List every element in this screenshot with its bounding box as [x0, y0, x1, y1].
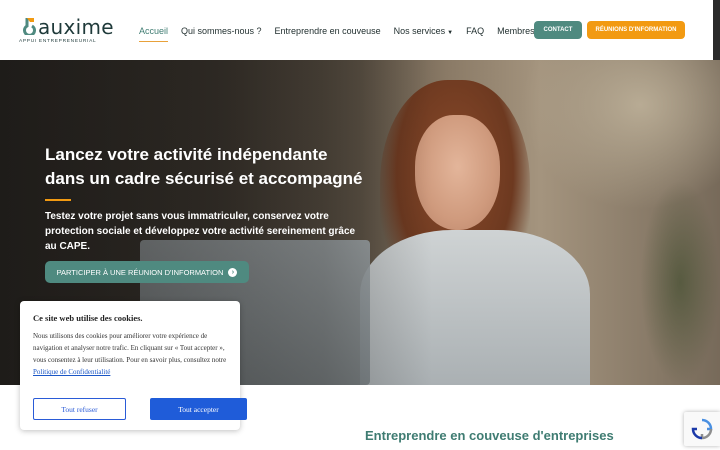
- chevron-down-icon: ▼: [447, 30, 454, 36]
- refuse-all-button[interactable]: Tout refuser: [33, 398, 126, 420]
- site-logo[interactable]: auxime APPUI ENTREPRENEURIAL: [18, 15, 118, 45]
- logo-mark-icon: [23, 18, 36, 35]
- nav-item-accueil[interactable]: Accueil: [139, 26, 169, 42]
- participer-reunion-button[interactable]: PARTICIPER À UNE RÉUNION D'INFORMATION ›: [45, 261, 249, 283]
- section-title: Entreprendre en couveuse d'entreprises: [365, 428, 614, 443]
- logo-wordmark: auxime: [38, 15, 114, 39]
- contact-button[interactable]: CONTACT: [534, 21, 582, 39]
- cookie-text: Nous utilisons des cookies pour améliore…: [33, 330, 229, 378]
- site-header: auxime APPUI ENTREPRENEURIAL Accueil Qui…: [0, 0, 713, 60]
- logo-tagline: APPUI ENTREPRENEURIAL: [19, 39, 97, 44]
- main-nav: Accueil Qui sommes-nous ? Entreprendre e…: [139, 26, 548, 42]
- recaptcha-icon: [691, 418, 713, 440]
- cookie-body: Nous utilisons des cookies pour améliore…: [33, 332, 227, 364]
- arrow-right-circle-icon: ›: [228, 267, 238, 277]
- accept-all-button[interactable]: Tout accepter: [150, 398, 247, 420]
- nav-item-nos-services-label: Nos services: [393, 26, 446, 36]
- reunions-information-button[interactable]: RÉUNIONS D'INFORMATION: [587, 21, 685, 39]
- scrollbar[interactable]: [713, 0, 720, 60]
- hero-title-line1: Lancez votre activité indépendante: [45, 145, 328, 164]
- hero-subtitle: Testez votre projet sans vous immatricul…: [45, 211, 356, 252]
- privacy-policy-link[interactable]: Politique de Confidentialité: [33, 368, 110, 376]
- nav-item-nos-services[interactable]: Nos services ▼: [394, 26, 453, 36]
- cookie-banner: Ce site web utilise des cookies. Nous ut…: [20, 301, 247, 430]
- hero-divider: [45, 199, 71, 201]
- hero-title: Lancez votre activité indépendante dans …: [45, 143, 375, 191]
- nav-item-entreprendre-en-couveuse[interactable]: Entreprendre en couveuse: [275, 26, 381, 36]
- cookie-title: Ce site web utilise des cookies.: [33, 313, 143, 323]
- nav-item-faq[interactable]: FAQ: [466, 26, 484, 36]
- nav-item-qui-sommes-nous[interactable]: Qui sommes-nous ?: [181, 26, 262, 36]
- recaptcha-badge[interactable]: [684, 412, 720, 446]
- nav-item-membres[interactable]: Membres: [497, 26, 535, 36]
- hero-title-line2: dans un cadre sécurisé et accompagné: [45, 169, 363, 188]
- participer-reunion-label: PARTICIPER À UNE RÉUNION D'INFORMATION: [56, 267, 224, 277]
